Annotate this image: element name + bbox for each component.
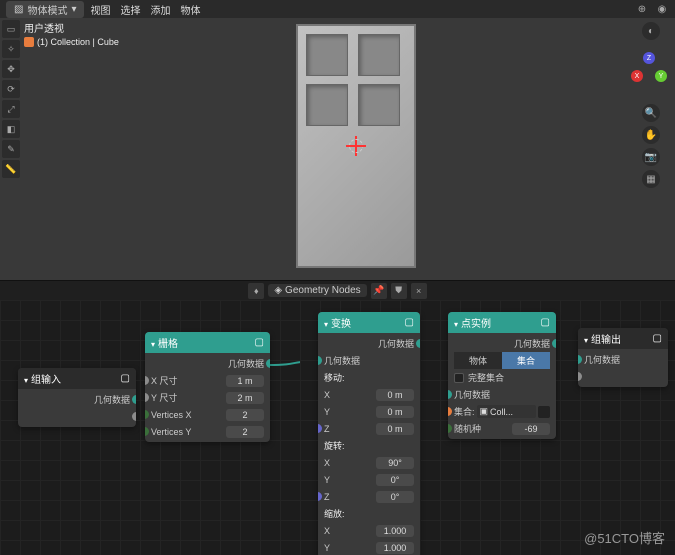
row-rot-y[interactable]: Y0° [318,471,420,488]
node-editor[interactable]: ▾组输入▢ 几何数据 ▾栅格▢ 几何数据 X 尺寸1 m Y 尺寸2 m Ver… [0,300,675,555]
row-rot-x[interactable]: X90° [318,454,420,471]
row-rot-z[interactable]: Z0° [318,488,420,505]
mode-dropdown[interactable]: ▨ 物体模式 ▾ [6,1,84,18]
chevron-down-icon: ▾ [584,336,588,345]
top-header: ▨ 物体模式 ▾ 视图 选择 添加 物体 ⊕ ◉ [0,0,675,18]
view-collection: (1) Collection | Cube [24,37,119,47]
node-grid[interactable]: ▾栅格▢ 几何数据 X 尺寸1 m Y 尺寸2 m Vertices X2 Ve… [145,332,270,442]
collection-icon: ▣ [480,406,489,417]
label-scale: 缩放: [318,505,420,522]
tool-move[interactable]: ✥ [2,60,20,78]
row-verts-x[interactable]: Vertices X2 [145,406,270,423]
pin-icon[interactable]: 📌 [371,283,387,299]
viewport-3d[interactable]: ▭ ✧ ✥ ⟳ ⤢ ◧ ✎ 📏 用户透视 (1) Collection | Cu… [0,18,675,280]
tool-transform[interactable]: ◧ [2,120,20,138]
axis-y[interactable]: Y [655,70,667,82]
left-toolbar: ▭ ✧ ✥ ⟳ ⤢ ◧ ✎ 📏 [0,18,22,280]
viewport-info: 用户透视 (1) Collection | Cube [24,20,119,47]
row-seed[interactable]: 随机种-69 [448,420,556,437]
node-transform[interactable]: ▾变换▢ 几何数据 几何数据 移动: X0 m Y0 m Z0 m 旋转: X9… [318,312,420,555]
socket-geometry-out[interactable]: 几何数据 [18,391,136,408]
socket-blank-out[interactable] [18,408,136,425]
row-scale-x[interactable]: X1.000 [318,522,420,539]
cursor-3d-icon [346,136,366,156]
socket-geometry-in[interactable]: 几何数据 [448,386,556,403]
close-icon[interactable]: × [411,283,427,299]
right-toolbar: ◐ X Y Z 🔍 ✋ 📷 ▦ [631,22,671,188]
tool-cursor[interactable]: ✧ [2,40,20,58]
collapse-icon[interactable]: ▢ [255,337,264,348]
shield-icon[interactable]: ⛊ [391,283,407,299]
menu-select[interactable]: 选择 [120,2,140,17]
socket-geometry-out[interactable]: 几何数据 [318,335,420,352]
tool-measure[interactable]: 📏 [2,160,20,178]
menu-bar: 视图 选择 添加 物体 [90,2,200,17]
toggle-collection[interactable]: 集合 [502,352,550,369]
perspective-icon[interactable]: ▦ [642,170,660,188]
object-icon [24,37,34,47]
menu-view[interactable]: 视图 [90,2,110,17]
tool-rotate[interactable]: ⟳ [2,80,20,98]
row-size-y[interactable]: Y 尺寸2 m [145,389,270,406]
menu-add[interactable]: 添加 [150,2,170,17]
tool-annotate[interactable]: ✎ [2,140,20,158]
view-name: 用户透视 [24,20,119,35]
chevron-down-icon: ▾ [71,4,76,15]
chevron-down-icon: ▾ [324,320,328,329]
axis-z[interactable]: Z [643,52,655,64]
row-collection-field[interactable]: 集合: ▣Coll... [448,403,556,420]
door-object [296,24,416,268]
pivot-icon[interactable]: ◉ [655,4,669,15]
toggle-object[interactable]: 物体 [454,352,502,369]
editor-type-icon[interactable]: ♦ [248,283,264,299]
row-scale-y[interactable]: Y1.000 [318,539,420,555]
chevron-down-icon: ▾ [24,376,28,385]
chevron-down-icon: ▾ [151,340,155,349]
cube-icon: ▨ [14,4,23,15]
collapse-icon[interactable]: ▢ [541,317,550,328]
axis-gizmo[interactable]: X Y Z [631,52,671,92]
geometry-nodes-field[interactable]: ◈ Geometry Nodes [268,284,366,297]
collection-path: (1) Collection | Cube [37,37,119,47]
row-size-x[interactable]: X 尺寸1 m [145,372,270,389]
clear-icon[interactable] [538,406,550,418]
socket-geometry-in[interactable]: 几何数据 [578,351,668,368]
node-tree-name: Geometry Nodes [285,285,361,296]
global-icon[interactable]: ⊕ [635,4,649,15]
row-trans-y[interactable]: Y0 m [318,403,420,420]
checkbox-icon[interactable] [454,373,464,383]
node-point-instance[interactable]: ▾点实例▢ 几何数据 物体 集合 完整集合 几何数据 集合: ▣Coll... … [448,312,556,439]
row-trans-x[interactable]: X0 m [318,386,420,403]
axis-x[interactable]: X [631,70,643,82]
chevron-down-icon: ▾ [454,320,458,329]
tool-select[interactable]: ▭ [2,20,20,38]
row-verts-y[interactable]: Vertices Y2 [145,423,270,440]
menu-object[interactable]: 物体 [180,2,200,17]
camera-icon[interactable]: 📷 [642,148,660,166]
socket-geometry-out[interactable]: 几何数据 [145,355,270,372]
row-full-collection[interactable]: 完整集合 [448,369,556,386]
toggle-obj-coll[interactable]: 物体 集合 [448,352,556,369]
socket-geometry-in[interactable]: 几何数据 [318,352,420,369]
node-editor-header: ♦ ◈ Geometry Nodes 📌 ⛊ × [0,280,675,300]
tool-scale[interactable]: ⤢ [2,100,20,118]
options-icon[interactable]: ◐ [642,22,660,40]
node-group-input[interactable]: ▾组输入▢ 几何数据 [18,368,136,427]
collapse-icon[interactable]: ▢ [121,373,130,384]
mode-label: 物体模式 [27,2,67,17]
row-trans-z[interactable]: Z0 m [318,420,420,437]
socket-blank-in[interactable] [578,368,668,385]
pan-icon[interactable]: ✋ [642,126,660,144]
label-rotation: 旋转: [318,437,420,454]
watermark: @51CTO博客 [584,528,665,547]
zoom-icon[interactable]: 🔍 [642,104,660,122]
node-group-output[interactable]: ▾组输出▢ 几何数据 [578,328,668,387]
socket-geometry-out[interactable]: 几何数据 [448,335,556,352]
collapse-icon[interactable]: ▢ [653,333,662,344]
label-translation: 移动: [318,369,420,386]
collapse-icon[interactable]: ▢ [405,317,414,328]
node-tree-icon: ◈ [274,285,282,296]
